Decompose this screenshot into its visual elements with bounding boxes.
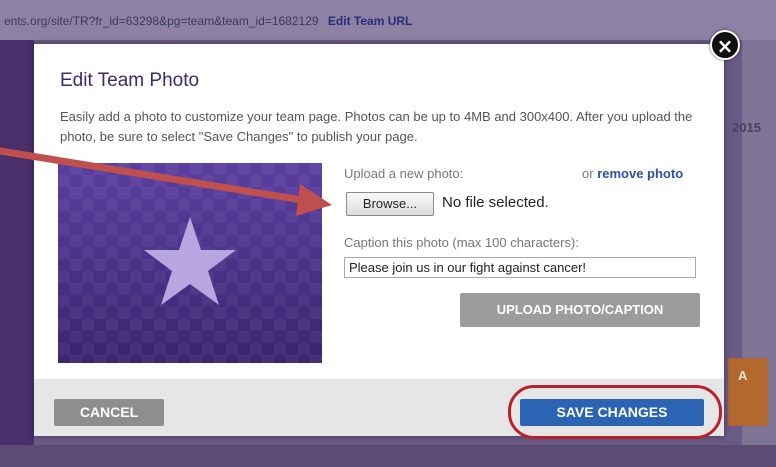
annotation-arrow (0, 147, 332, 216)
